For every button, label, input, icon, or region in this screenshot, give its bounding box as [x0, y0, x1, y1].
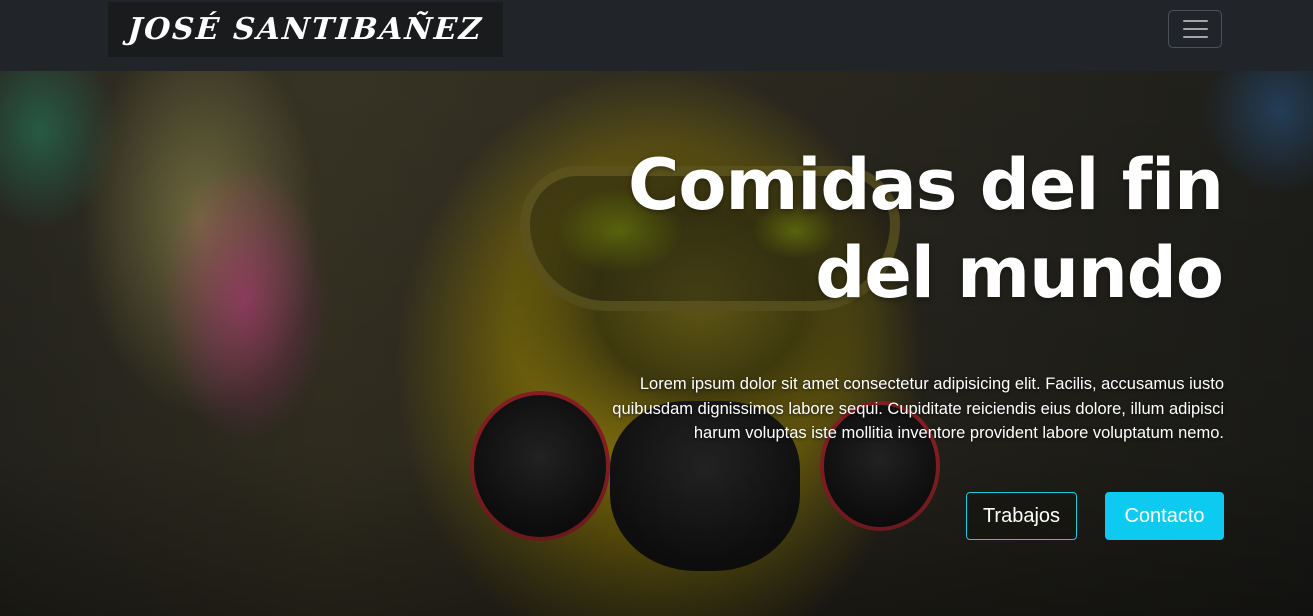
- navbar-toggler-button[interactable]: [1168, 10, 1222, 48]
- brand-logo[interactable]: JOSÉ SANTIBAÑEZ: [108, 2, 503, 57]
- top-navbar: JOSÉ SANTIBAÑEZ: [0, 0, 1313, 71]
- brand-name: JOSÉ SANTIBAÑEZ: [126, 12, 485, 47]
- hero-section: Comidas del fin del mundo Lorem ipsum do…: [0, 71, 1313, 616]
- contacto-button[interactable]: Contacto: [1105, 492, 1224, 540]
- hamburger-menu-icon-bar: [1182, 28, 1208, 30]
- hamburger-menu-icon-bar: [1182, 36, 1208, 38]
- hamburger-menu-icon: [1182, 20, 1208, 22]
- hero-description: Lorem ipsum dolor sit amet consectetur a…: [612, 375, 1224, 442]
- hero-title: Comidas del fin del mundo: [627, 144, 1224, 314]
- trabajos-button[interactable]: Trabajos: [966, 492, 1077, 540]
